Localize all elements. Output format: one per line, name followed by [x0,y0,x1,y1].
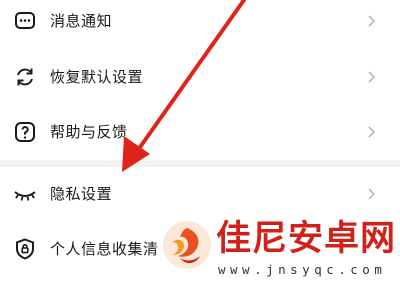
settings-item-help-feedback[interactable]: 帮助与反馈 [0,103,400,161]
watermark-url: www.jnsyqc.com [218,262,387,277]
settings-item-label: 个人信息收集清 [50,240,159,258]
settings-group-general: 消息通知 恢复默认设置 帮助与反馈 [0,0,400,160]
chevron-right-icon [368,126,376,138]
message-icon [15,12,35,29]
watermark: 佳尼安卓网 www.jnsyqc.com [150,212,400,282]
chevron-right-icon [368,71,376,83]
settings-item-label: 帮助与反馈 [50,123,128,141]
eye-closed-icon [14,191,36,201]
help-icon [15,122,35,142]
watermark-name: 佳尼安卓网 [216,219,397,259]
settings-item-label: 消息通知 [50,12,113,30]
settings-item-label: 恢复默认设置 [50,68,144,86]
refresh-icon [17,68,33,86]
chevron-right-icon [368,188,376,200]
settings-item-label: 隐私设置 [50,185,113,203]
chevron-right-icon [368,15,376,27]
settings-item-restore-defaults[interactable]: 恢复默认设置 [0,48,400,106]
shield-icon [16,238,34,260]
phoenix-logo-icon [163,221,211,269]
settings-item-notifications[interactable]: 消息通知 [0,0,400,50]
